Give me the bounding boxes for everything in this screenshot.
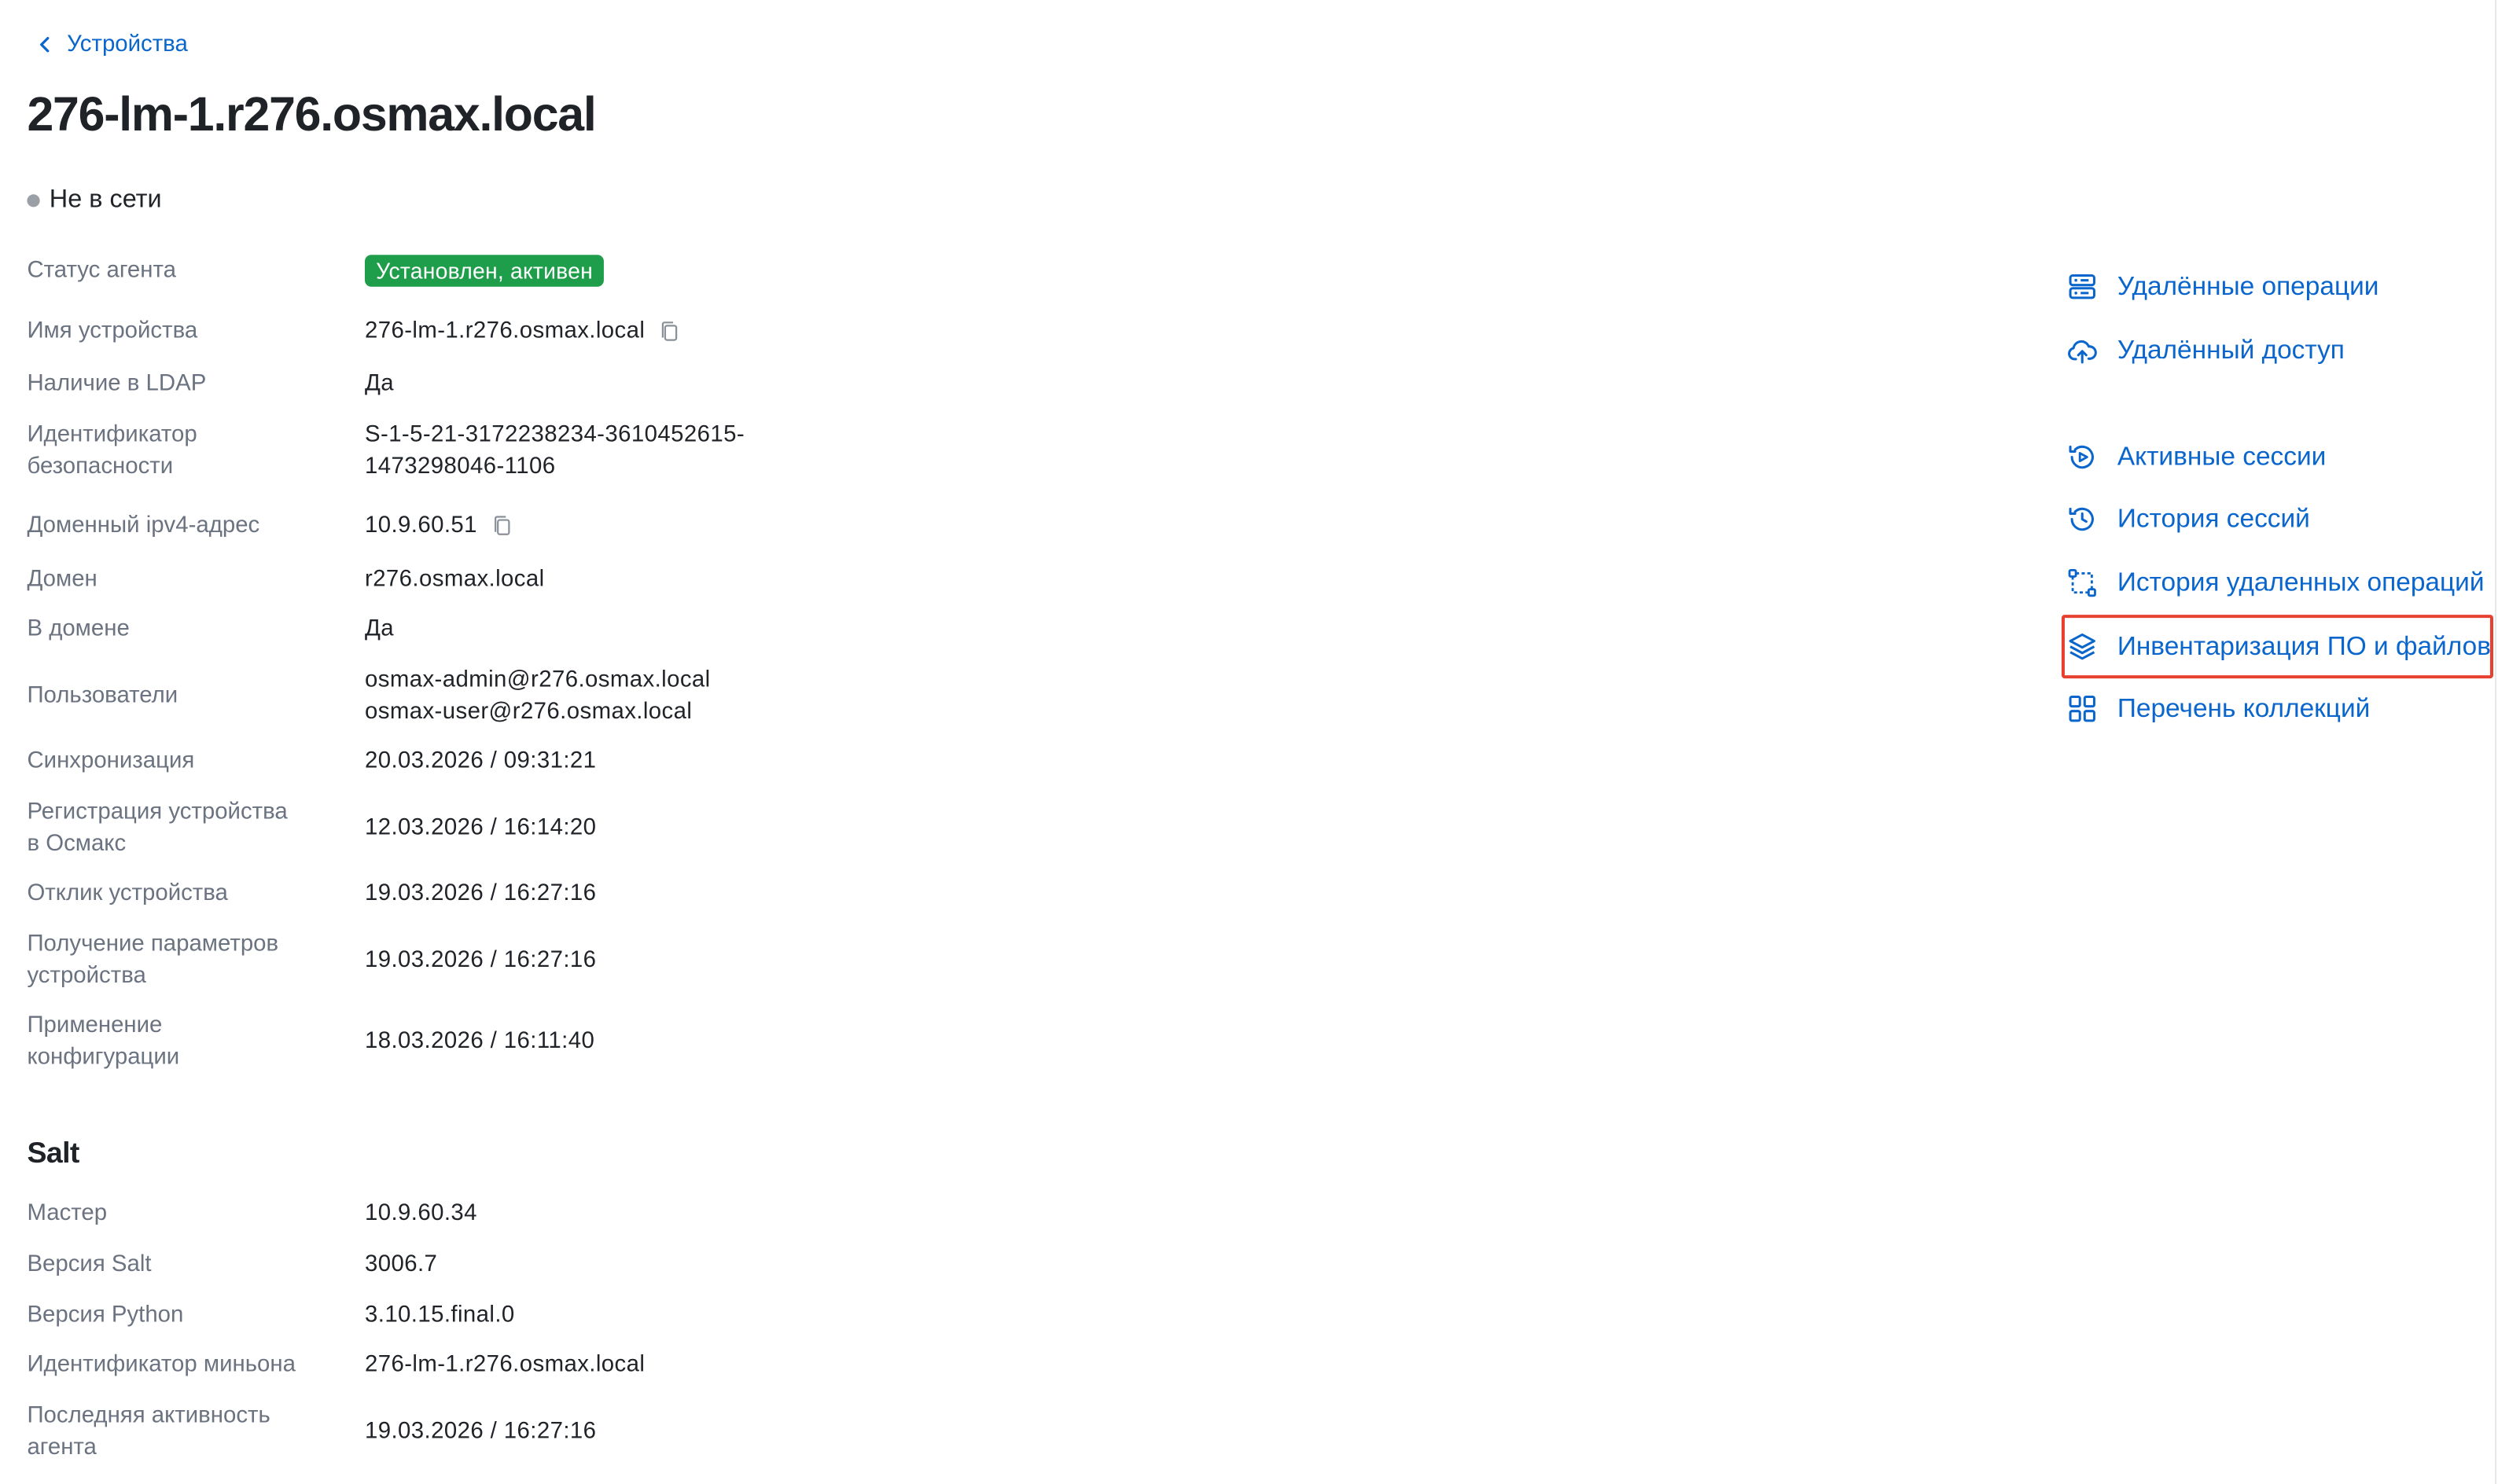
salt-section-title: Salt [27,1135,79,1170]
domain-value: r276.osmax.local [364,567,545,593]
minion-id-value: 276-lm-1.r276.osmax.local [364,1352,646,1378]
master-value: 10.9.60.34 [364,1200,477,1227]
sid-value-line-1: S-1-5-21-3172238234-3610452615- [364,421,745,448]
action-label: Активные сессии [2117,442,2327,471]
ipv4-value: 10.9.60.51 [365,509,514,542]
copy-icon[interactable] [490,513,513,537]
grid-icon [2069,695,2095,722]
params-label-line-1: Получение параметров [27,931,279,957]
sid-label-line-2: безопасности [27,454,174,479]
config-label-line-1: Применение [27,1012,163,1039]
registration-value: 12.03.2026 / 16:14:20 [364,815,597,841]
params-label: Получение параметров устройства [27,928,329,992]
registration-label-line-2: в Осмакс [27,831,127,858]
agent-status-value: Установлен, активен [364,255,605,287]
agent-status-badge: Установлен, активен [364,255,605,287]
scrollbar-track[interactable] [2495,0,2497,1484]
sync-value: 20.03.2026 / 09:31:21 [364,748,597,774]
device-details-page: Устройства 276-lm-1.r276.osmax.local Не … [0,0,2498,1484]
play-circle-icon [2069,445,2094,469]
config-label: Применение конфигурации [27,1010,329,1074]
action-collections-list[interactable]: Перечень коллекций [2066,689,2370,728]
action-session-history[interactable]: История сессий [2066,500,2310,538]
users-value: osmax-admin@r276.osmax.local osmax-user@… [365,664,843,728]
last-activity-label: Последняя активность агента [27,1400,329,1464]
action-remote-access[interactable]: Удалённый доступ [2066,331,2345,369]
params-value: 19.03.2026 / 16:27:16 [364,947,597,974]
breadcrumb-label: Устройства [67,31,188,57]
python-version-label: Версия Python [27,1302,184,1328]
python-version-value: 3.10.15.final.0 [364,1302,515,1328]
ldap-label: Наличие в LDAP [27,371,207,397]
action-label: Инвентаризация ПО и файлов [2117,631,2491,660]
params-label-line-2: устройства [27,963,146,990]
last-activity-value: 19.03.2026 / 16:27:16 [364,1419,597,1445]
master-label: Мастер [27,1200,108,1227]
status-dot-icon [27,194,40,208]
action-label: История удаленных операций [2117,568,2485,597]
minion-id-label: Идентификатор миньона [27,1352,296,1378]
connection-status-text: Не в сети [49,186,162,214]
breadcrumb-back-link[interactable]: Устройства [35,32,188,57]
server-icon [2069,274,2095,299]
user-item: osmax-admin@r276.osmax.local [364,667,711,693]
device-name-value: 276-lm-1.r276.osmax.local [365,315,682,347]
ipv4-label: Доменный ipv4-адрес [27,512,260,538]
in-domain-value: Да [364,616,395,642]
last-activity-label-line-2: агента [27,1434,97,1461]
action-label: Удалённые операции [2117,271,2379,300]
action-remote-operations-history[interactable]: История удаленных операций [2066,564,2485,602]
last-activity-label-line-1: Последняя активность [27,1403,270,1429]
registration-label: Регистрация устройства в Осмакс [27,796,329,860]
action-software-inventory[interactable]: Инвентаризация ПО и файлов [2066,627,2491,666]
sid-label: Идентификатор безопасности [27,419,329,483]
response-value: 19.03.2026 / 16:27:16 [364,880,597,906]
history-icon [2069,507,2094,531]
device-name-label: Имя устройства [27,318,198,344]
salt-version-label: Версия Salt [27,1251,152,1278]
config-label-line-2: конфигурации [27,1045,180,1071]
sid-label-line-1: Идентификатор [27,421,197,448]
page-title: 276-lm-1.r276.osmax.local [27,89,596,142]
action-label: Перечень коллекций [2117,693,2371,722]
ldap-value: Да [364,371,395,397]
domain-label: Домен [27,567,97,593]
device-name-text: 276-lm-1.r276.osmax.local [364,318,646,344]
action-active-sessions[interactable]: Активные сессии [2066,438,2326,476]
config-value: 18.03.2026 / 16:11:40 [364,1028,595,1055]
sid-value: S-1-5-21-3172238234-3610452615- 14732980… [365,419,843,483]
ipv4-text: 10.9.60.51 [364,512,477,538]
salt-version-value: 3006.7 [364,1251,438,1278]
in-domain-label: В домене [27,616,130,642]
registration-label-line-1: Регистрация устройства [27,799,288,825]
action-remote-operations[interactable]: Удалённые операции [2066,267,2378,306]
action-label: История сессий [2117,504,2310,533]
copy-icon[interactable] [658,319,682,343]
user-item: osmax-user@r276.osmax.local [364,699,693,725]
action-label: Удалённый доступ [2117,335,2345,364]
response-label: Отклик устройства [27,880,228,906]
layers-icon [2069,633,2095,660]
sid-value-line-2: 1473298046-1106 [364,454,556,479]
cloud-upload-icon [2068,340,2097,364]
agent-status-label: Статус агента [27,258,176,284]
workflow-icon [2068,568,2096,597]
chevron-left-icon [40,37,50,53]
connection-status: Не в сети [27,186,162,215]
users-label: Пользователи [27,683,178,709]
sync-label: Синхронизация [27,748,195,774]
